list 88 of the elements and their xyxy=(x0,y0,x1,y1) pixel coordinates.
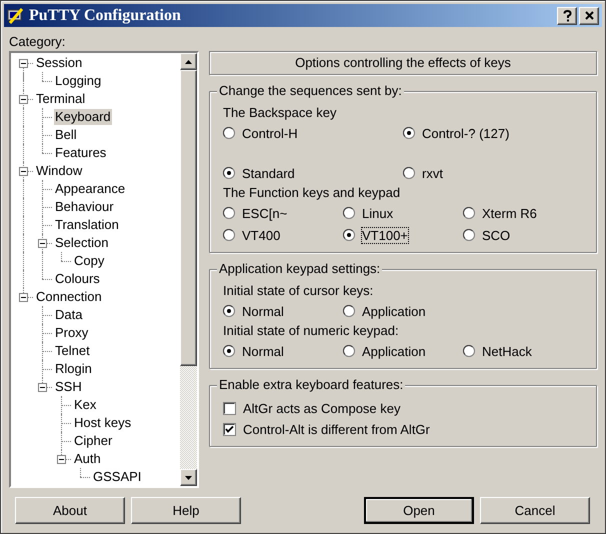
tree-item[interactable]: Colours xyxy=(54,271,101,287)
tree-item[interactable]: Bell xyxy=(54,127,78,143)
radio-button[interactable] xyxy=(403,127,415,139)
dialog-button[interactable]: Help xyxy=(131,497,241,524)
radio-label[interactable]: ESC[n~ xyxy=(242,206,288,220)
radio-button[interactable] xyxy=(343,305,355,317)
collapse-icon[interactable] xyxy=(19,94,28,104)
close-icon xyxy=(584,11,594,20)
tree-item[interactable]: Kex xyxy=(73,397,98,413)
window-title: PuTTY Configuration xyxy=(29,6,181,26)
tree-item[interactable]: Connection xyxy=(35,289,103,305)
checkbox-label[interactable]: AltGr acts as Compose key xyxy=(243,398,400,418)
section-label: Initial state of numeric keypad: xyxy=(223,322,400,340)
tree-item[interactable]: SSH xyxy=(54,379,83,395)
category-label: Category: xyxy=(9,33,66,51)
radio-button[interactable] xyxy=(223,229,235,241)
radio-button[interactable] xyxy=(223,127,235,139)
tree-item[interactable]: Proxy xyxy=(54,325,90,341)
tree-item[interactable]: Copy xyxy=(73,253,106,269)
radio-label[interactable]: Standard xyxy=(242,166,295,180)
dialog-button[interactable]: Cancel xyxy=(480,497,590,524)
tree-item[interactable]: Session xyxy=(35,55,84,71)
radio-label[interactable]: Normal xyxy=(242,304,284,318)
dialog-button[interactable]: About xyxy=(15,497,125,524)
panel-header: Options controlling the effects of keys xyxy=(209,51,597,75)
collapse-icon[interactable] xyxy=(19,292,28,302)
radio-label[interactable]: VT100+ xyxy=(362,228,408,242)
computer-icon xyxy=(7,6,25,24)
section-label: Initial state of cursor keys: xyxy=(223,282,374,300)
help-button[interactable] xyxy=(557,6,577,24)
group-title: Application keypad settings: xyxy=(217,261,382,277)
tree-item[interactable]: Auth xyxy=(73,451,102,467)
radio-button[interactable] xyxy=(343,229,355,241)
radio-button[interactable] xyxy=(403,167,415,179)
group-title: Enable extra keyboard features: xyxy=(217,377,406,393)
radio-label[interactable]: SCO xyxy=(482,228,510,242)
tree-item[interactable]: Translation xyxy=(54,217,120,233)
radio-label[interactable]: rxvt xyxy=(422,166,443,180)
tree-item[interactable]: GSSAPI xyxy=(92,469,142,485)
category-tree[interactable]: Session Logging Terminal Keyboard Bell Features Window Appearance Behaviour Translation Selection Copy Colours Connection Data Proxy Telnet Rlogin SSH Kex Host keys Cipher Auth GSSAPI xyxy=(9,51,199,488)
down-arrow-icon[interactable] xyxy=(185,476,192,480)
tree-item[interactable]: Behaviour xyxy=(54,199,115,215)
tree-item[interactable]: Appearance xyxy=(54,181,126,197)
checkbox-label[interactable]: Control-Alt is different from AltGr xyxy=(243,420,430,440)
radio-label[interactable]: Application xyxy=(362,304,426,318)
collapse-icon[interactable] xyxy=(38,382,47,392)
radio-label[interactable]: Linux xyxy=(362,206,394,220)
radio-label[interactable]: NetHack xyxy=(482,344,532,358)
close-button[interactable] xyxy=(579,6,599,24)
tree-item[interactable]: Features xyxy=(54,145,108,161)
checkbox[interactable] xyxy=(223,423,236,436)
section-label: The Backspace key xyxy=(223,104,338,122)
up-arrow-icon[interactable] xyxy=(185,60,192,64)
radio-button[interactable] xyxy=(463,345,475,357)
tree-item[interactable]: Data xyxy=(54,307,84,323)
group-title: Change the sequences sent by: xyxy=(217,83,404,99)
radio-button[interactable] xyxy=(343,345,355,357)
tree-item[interactable]: Rlogin xyxy=(54,361,93,377)
radio-button[interactable] xyxy=(223,207,235,219)
tree-item[interactable]: Window xyxy=(35,163,84,179)
collapse-icon[interactable] xyxy=(19,166,28,176)
radio-button[interactable] xyxy=(343,207,355,219)
question-icon xyxy=(562,10,572,22)
radio-button[interactable] xyxy=(223,345,235,357)
radio-label[interactable]: Normal xyxy=(242,344,284,358)
scrollbar[interactable] xyxy=(180,53,197,486)
tree-item[interactable]: Telnet xyxy=(54,343,91,359)
radio-label[interactable]: Control-H xyxy=(242,126,298,140)
radio-label[interactable]: Xterm R6 xyxy=(482,206,537,220)
collapse-icon[interactable] xyxy=(57,454,66,464)
checkbox[interactable] xyxy=(223,402,236,415)
radio-button[interactable] xyxy=(223,167,235,179)
radio-label[interactable]: VT400 xyxy=(242,228,280,242)
collapse-icon[interactable] xyxy=(19,58,28,68)
tree-item[interactable]: Keyboard xyxy=(54,109,112,125)
radio-label[interactable]: Application xyxy=(362,344,426,358)
radio-button[interactable] xyxy=(463,229,475,241)
radio-button[interactable] xyxy=(463,207,475,219)
tree-item[interactable]: Logging xyxy=(54,73,102,89)
radio-button[interactable] xyxy=(223,305,235,317)
section-label: The Function keys and keypad xyxy=(223,184,402,202)
radio-label[interactable]: Control-? (127) xyxy=(422,126,510,140)
collapse-icon[interactable] xyxy=(38,238,47,248)
tree-item[interactable]: Host keys xyxy=(73,415,132,431)
dialog-button[interactable]: Open xyxy=(364,497,474,524)
tree-item[interactable]: Selection xyxy=(54,235,110,251)
tree-item[interactable]: Terminal xyxy=(35,91,86,107)
tree-item[interactable]: Cipher xyxy=(73,433,114,449)
